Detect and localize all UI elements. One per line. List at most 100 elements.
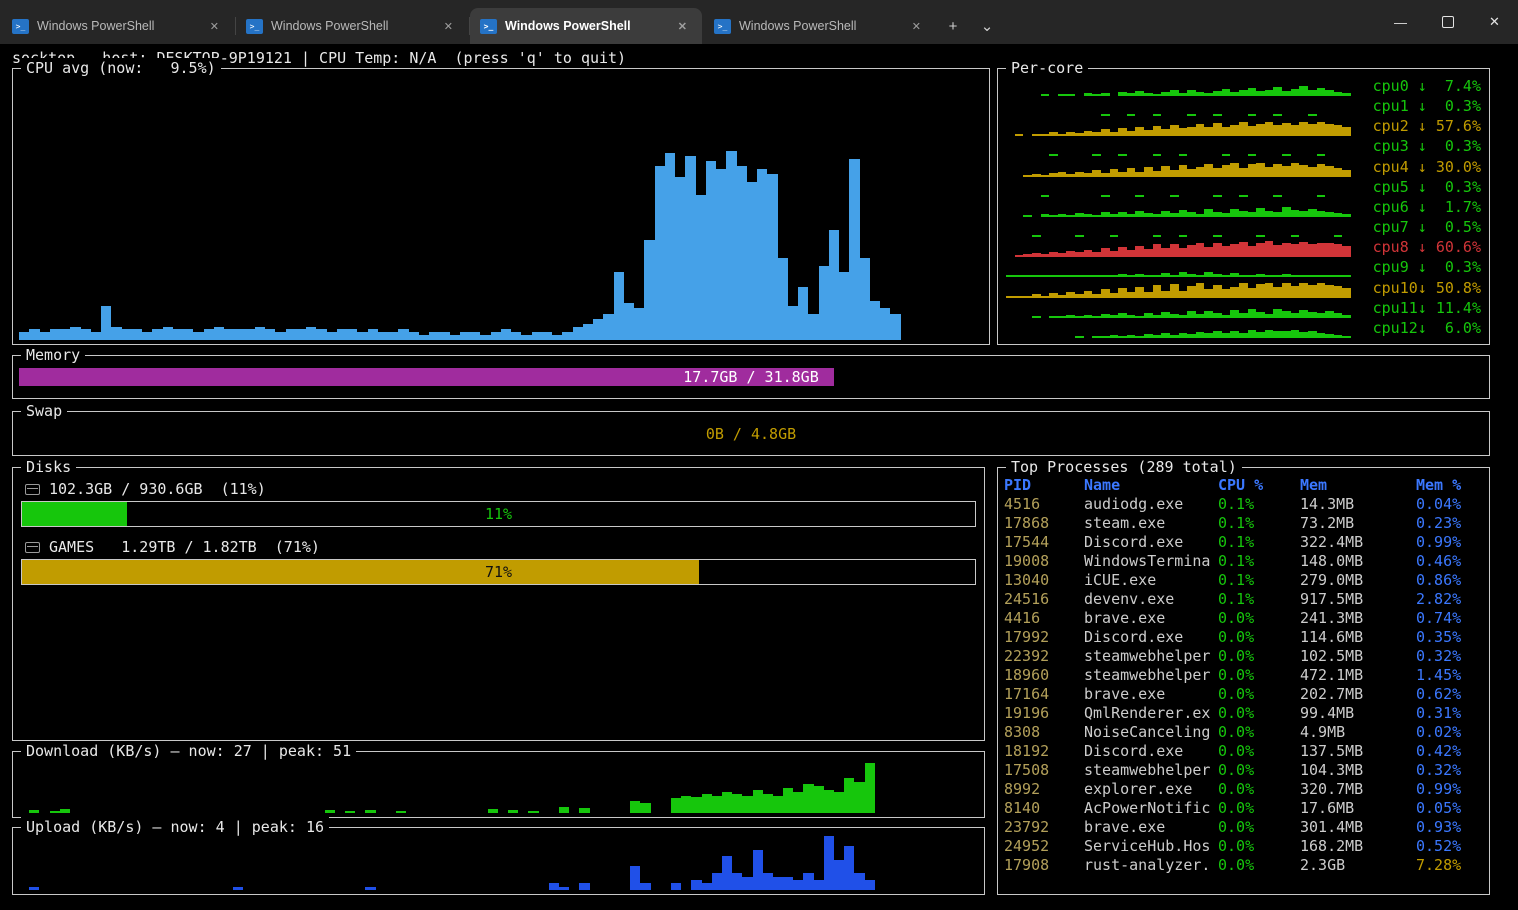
tab-label: Windows PowerShell [37, 19, 197, 33]
chart-bar [1170, 314, 1179, 318]
chart-bar [1179, 291, 1188, 298]
chart-bar [1041, 94, 1050, 96]
minimize-button[interactable]: — [1377, 0, 1424, 44]
chart-bar [1342, 93, 1351, 96]
chart-bar [1101, 248, 1110, 257]
maximize-button[interactable] [1424, 0, 1471, 44]
tab-powershell-2[interactable]: >_ Windows PowerShell ✕ [236, 8, 468, 44]
chart-bar [1222, 89, 1231, 96]
tab-label: Windows PowerShell [505, 19, 665, 33]
tab-powershell-4[interactable]: >_ Windows PowerShell ✕ [704, 8, 936, 44]
chart-bar [753, 850, 763, 891]
chart-bar [767, 174, 777, 340]
new-tab-button[interactable]: + [936, 8, 970, 44]
chart-bar [1161, 312, 1170, 318]
chart-bar [640, 883, 650, 890]
chart-bar [1032, 253, 1041, 257]
chart-bar [409, 332, 419, 340]
chart-bar [1015, 255, 1024, 257]
cell-cpu: 0.1% [1218, 571, 1300, 590]
chart-bar [1273, 309, 1282, 318]
cell-cpu: 0.0% [1218, 780, 1300, 799]
chart-bar [685, 156, 695, 340]
chart-bar [773, 877, 783, 891]
chart-bar [81, 329, 91, 340]
powershell-icon: >_ [714, 19, 731, 34]
chart-bar [849, 159, 859, 340]
chart-bar [1230, 92, 1239, 96]
cell-name: iCUE.exe [1084, 571, 1218, 590]
chart-bar [1187, 127, 1196, 137]
disks-title: Disks [21, 457, 76, 477]
chart-bar [1273, 87, 1282, 96]
chart-bar [1325, 212, 1334, 217]
chart-bar [675, 177, 685, 340]
chart-bar [1049, 154, 1058, 156]
chart-bar [275, 332, 285, 340]
chart-bar [1299, 122, 1308, 136]
chart-bar [1256, 332, 1265, 338]
chart-bar [1187, 90, 1196, 96]
process-row: 23792brave.exe0.0%301.4MB0.93% [1004, 818, 1485, 837]
tab-close-icon[interactable]: ✕ [439, 19, 458, 34]
chart-bar [70, 327, 80, 340]
chart-bar [1204, 311, 1213, 318]
chart-bar [1041, 175, 1050, 177]
chart-bar [1179, 235, 1188, 237]
chart-bar [1153, 171, 1162, 177]
cell-cpu: 0.0% [1218, 628, 1300, 647]
tab-close-icon[interactable]: ✕ [205, 19, 224, 34]
tab-dropdown-button[interactable]: ⌄ [970, 8, 1004, 44]
chart-bar [1153, 244, 1162, 257]
chart-bar [1049, 275, 1058, 277]
chart-bar [1317, 164, 1326, 176]
chart-bar [1066, 132, 1075, 137]
chart-bar [29, 887, 39, 890]
powershell-icon: >_ [246, 19, 263, 34]
process-row: 8308NoiseCanceling0.0%4.9MB0.02% [1004, 723, 1485, 742]
chart-bar [132, 329, 142, 340]
chart-bar [644, 240, 654, 340]
chart-bar [286, 329, 296, 340]
cell-cpu: 0.0% [1218, 609, 1300, 628]
chart-bar [1265, 330, 1274, 338]
chart-bar [1118, 288, 1127, 298]
cell-name: explorer.exe [1084, 780, 1218, 799]
disk-icon [25, 542, 40, 553]
chart-bar [1204, 209, 1213, 217]
terminal-screen[interactable]: socktop — host: DESKTOP-9P19121 | CPU Te… [0, 44, 1518, 910]
chart-bar [1317, 88, 1326, 96]
cell-pid: 4516 [1004, 495, 1084, 514]
tab-powershell-1[interactable]: >_ Windows PowerShell ✕ [2, 8, 234, 44]
chart-bar [1291, 163, 1300, 176]
chart-bar [1187, 114, 1196, 116]
chart-bar [1075, 235, 1084, 237]
chart-bar [763, 794, 773, 813]
chart-bar [1196, 314, 1205, 318]
chart-bar [1075, 294, 1084, 297]
cell-mem: 114.6MB [1300, 628, 1416, 647]
disk-1-gauge: 71% [21, 559, 976, 585]
tab-powershell-3-active[interactable]: >_ Windows PowerShell ✕ [470, 8, 702, 44]
cell-mem: 279.0MB [1300, 571, 1416, 590]
chart-bar [1127, 131, 1136, 137]
chart-bar [1075, 316, 1084, 318]
process-row: 18960steamwebhelper0.0%472.1MB1.45% [1004, 666, 1485, 685]
chart-bar [1239, 242, 1248, 257]
chart-bar [1248, 288, 1257, 298]
chart-bar [1256, 312, 1265, 318]
core-label: cpu8 ↓ 60.6% [1359, 238, 1481, 257]
cell-pid: 18960 [1004, 666, 1084, 685]
chart-bar [439, 332, 449, 340]
chart-bar [1299, 275, 1308, 277]
cell-pid: 17868 [1004, 514, 1084, 533]
tab-close-icon[interactable]: ✕ [907, 19, 926, 34]
tab-close-icon[interactable]: ✕ [673, 19, 692, 34]
process-row: 19196QmlRenderer.ex0.0%99.4MB0.31% [1004, 704, 1485, 723]
core-history-chart [1006, 302, 1351, 318]
chart-bar [1239, 333, 1248, 338]
chart-bar [1282, 274, 1291, 277]
chart-bar [834, 792, 844, 813]
chart-bar [542, 332, 552, 340]
close-button[interactable]: ✕ [1471, 0, 1518, 44]
